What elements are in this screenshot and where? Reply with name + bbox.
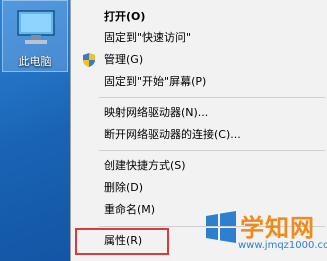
- menu-item-create-shortcut[interactable]: 创建快捷方式(S): [71, 156, 327, 176]
- menu-item-disconnect-network-drive[interactable]: 断开网络驱动器的连接(C)...: [71, 125, 327, 145]
- menu-separator: [99, 97, 325, 98]
- menu-item-open[interactable]: 打开(O): [71, 7, 327, 27]
- menu-item-delete[interactable]: 删除(D): [71, 178, 327, 198]
- menu-separator: [99, 150, 325, 151]
- menu-item-manage[interactable]: 管理(G): [71, 50, 327, 70]
- watermark: 学知网 www.jmqz1000.com: [200, 202, 327, 261]
- menu-item-map-network-drive[interactable]: 映射网络驱动器(N)...: [71, 103, 327, 123]
- shield-icon: [83, 53, 95, 67]
- this-pc-label: 此电脑: [18, 55, 52, 68]
- windows-logo-icon: [206, 211, 236, 243]
- menu-item-pin-start[interactable]: 固定到"开始"屏幕(P): [71, 72, 327, 92]
- properties-highlight-box: [75, 228, 169, 255]
- watermark-title: 学知网: [240, 214, 315, 242]
- menu-item-pin-quick-access[interactable]: 固定到"快速访问": [71, 28, 327, 48]
- this-pc-desktop-icon[interactable]: 此电脑: [2, 0, 68, 72]
- watermark-url: www.jmqz1000.com: [238, 240, 327, 251]
- monitor-icon: [17, 10, 55, 44]
